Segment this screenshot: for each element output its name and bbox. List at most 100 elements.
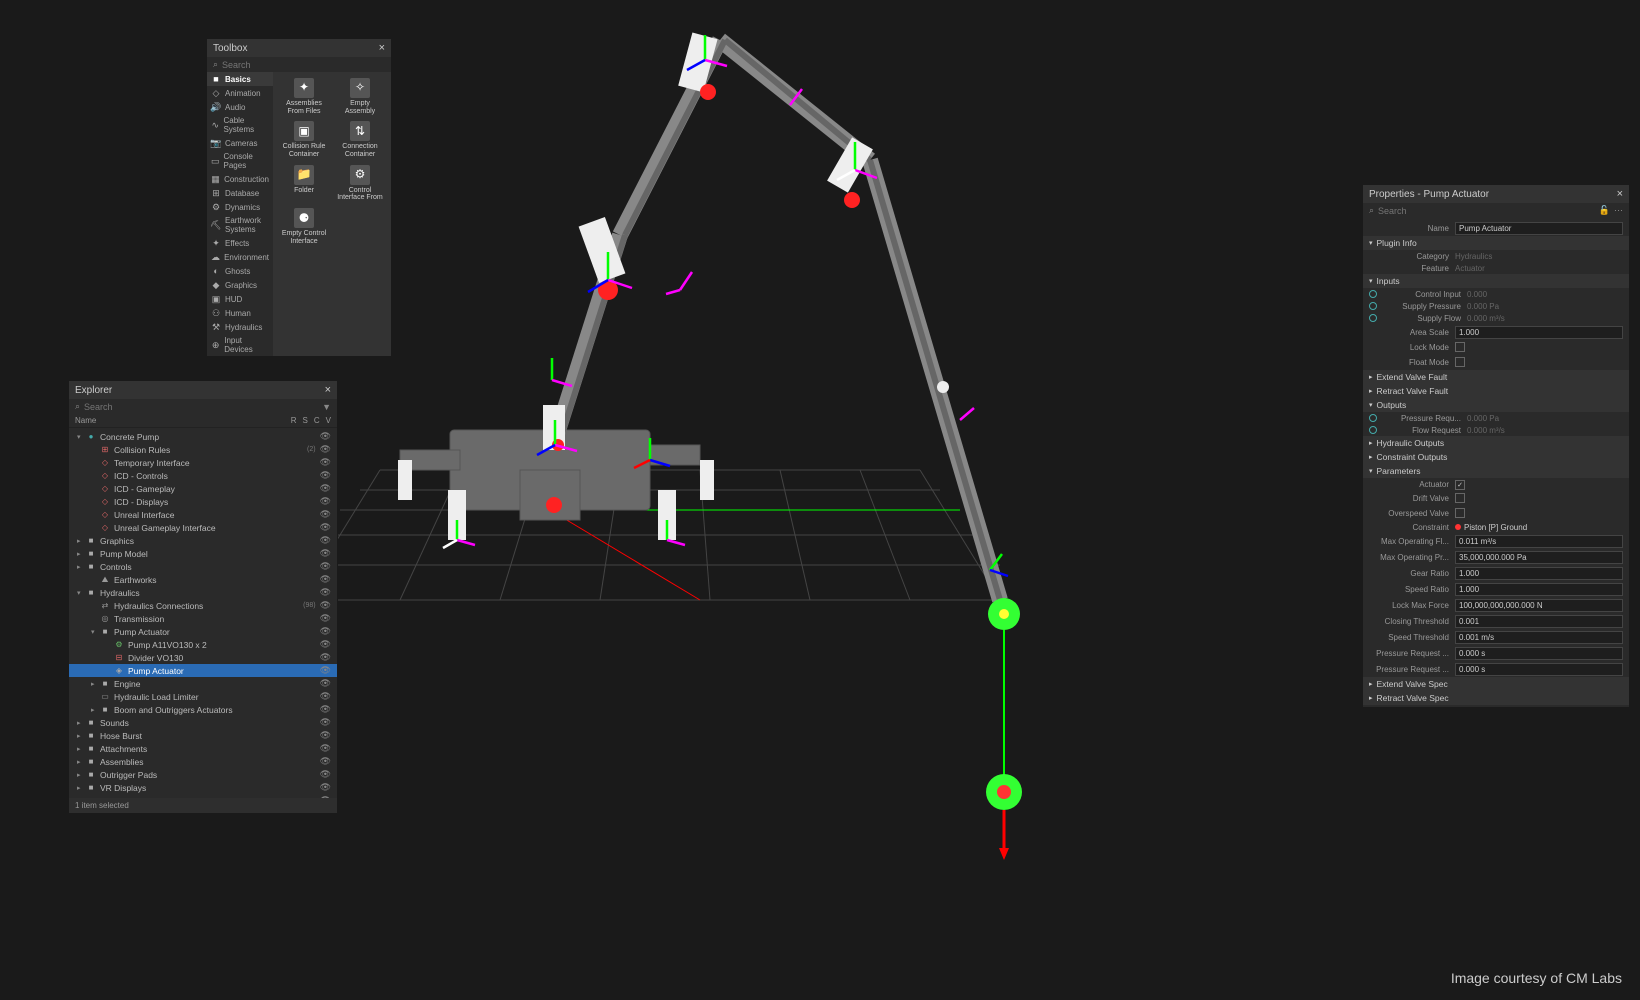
port-icon[interactable]: [1369, 414, 1377, 422]
tree-item[interactable]: ▾■Pump Actuator👁: [69, 625, 337, 638]
supply-flow-value[interactable]: 0.000 m³/s: [1467, 314, 1623, 323]
control-input-value[interactable]: 0.000: [1467, 290, 1623, 299]
visibility-icon[interactable]: 👁: [320, 795, 331, 798]
lock-mode-checkbox[interactable]: [1455, 342, 1465, 352]
visibility-icon[interactable]: 👁: [320, 756, 331, 767]
toolbox-category[interactable]: ☁Environment: [207, 250, 273, 264]
toolbox-category[interactable]: ◐Ghosts: [207, 264, 273, 278]
visibility-icon[interactable]: 👁: [320, 496, 331, 507]
tree-item[interactable]: ▸■Outrigger Pads👁: [69, 768, 337, 781]
toolbox-category[interactable]: ▦Construction: [207, 172, 273, 186]
close-icon[interactable]: ×: [1617, 188, 1623, 200]
expand-caret-icon[interactable]: ▸: [77, 563, 85, 571]
supply-pressure-value[interactable]: 0.000 Pa: [1467, 302, 1623, 311]
expand-caret-icon[interactable]: ▸: [77, 732, 85, 740]
toolbox-item[interactable]: 📁Folder: [277, 163, 331, 204]
toolbox-category[interactable]: ▭Console Pages: [207, 150, 273, 172]
section-constraint-outputs[interactable]: ▸Constraint Outputs: [1363, 450, 1629, 464]
menu-icon[interactable]: ⋯: [1614, 205, 1623, 216]
visibility-icon[interactable]: 👁: [320, 535, 331, 546]
toolbox-item[interactable]: ⚈Empty Control Interface: [277, 206, 331, 247]
toolbox-category[interactable]: 📷Cameras: [207, 136, 273, 150]
toolbox-category[interactable]: ∿Cable Systems: [207, 114, 273, 136]
gear-ratio-field[interactable]: [1455, 567, 1623, 580]
tree-item[interactable]: ▸■Attachments👁: [69, 742, 337, 755]
pr-req1-field[interactable]: [1455, 647, 1623, 660]
port-icon[interactable]: [1369, 290, 1377, 298]
visibility-icon[interactable]: 👁: [320, 691, 331, 702]
name-field[interactable]: [1455, 222, 1623, 235]
tree-item[interactable]: ⛰Earthworks👁: [69, 573, 337, 586]
tree-item[interactable]: ⚙Pump A11VO130 x 2👁: [69, 638, 337, 651]
tree-item[interactable]: ◇ICD - Gameplay👁: [69, 482, 337, 495]
tree-item[interactable]: ◇Unreal Gameplay Interface👁: [69, 521, 337, 534]
toolbox-category[interactable]: ▣HUD: [207, 292, 273, 306]
tree-item[interactable]: ▾■Hydraulics👁: [69, 586, 337, 599]
visibility-icon[interactable]: 👁: [320, 626, 331, 637]
toolbox-item[interactable]: ✧Empty Assembly: [333, 76, 387, 117]
toolbox-category[interactable]: ■Basics: [207, 72, 273, 86]
visibility-icon[interactable]: 👁: [320, 652, 331, 663]
overspeed-valve-checkbox[interactable]: [1455, 508, 1465, 518]
expand-caret-icon[interactable]: ▸: [77, 745, 85, 753]
section-retract-valve-spec[interactable]: ▸Retract Valve Spec: [1363, 691, 1629, 705]
visibility-icon[interactable]: 👁: [320, 587, 331, 598]
port-icon[interactable]: [1369, 426, 1377, 434]
toolbox-category[interactable]: ⚇Human: [207, 306, 273, 320]
properties-search[interactable]: ⌕ 🔓 ⋯: [1363, 203, 1629, 218]
tree-item[interactable]: ◇ICD - Displays👁: [69, 495, 337, 508]
visibility-icon[interactable]: 👁: [320, 665, 331, 676]
visibility-icon[interactable]: 👁: [320, 717, 331, 728]
visibility-icon[interactable]: 👁: [320, 444, 331, 455]
expand-caret-icon[interactable]: ▾: [91, 628, 99, 636]
toolbox-category[interactable]: ⊕Input Devices: [207, 334, 273, 356]
visibility-icon[interactable]: 👁: [320, 743, 331, 754]
tree-item[interactable]: ◈Pump Actuator👁: [69, 664, 337, 677]
speed-thr-field[interactable]: [1455, 631, 1623, 644]
expand-caret-icon[interactable]: ▸: [77, 758, 85, 766]
expand-caret-icon[interactable]: ▾: [77, 589, 85, 597]
visibility-icon[interactable]: 👁: [320, 522, 331, 533]
lock-icon[interactable]: 🔓: [1599, 205, 1610, 216]
expand-caret-icon[interactable]: ▸: [91, 680, 99, 688]
section-extend-valve-fault[interactable]: ▸Extend Valve Fault: [1363, 370, 1629, 384]
toolbox-header[interactable]: Toolbox ×: [207, 39, 391, 57]
tree-item[interactable]: ▸■Sounds👁: [69, 716, 337, 729]
visibility-icon[interactable]: 👁: [320, 574, 331, 585]
lock-max-field[interactable]: [1455, 599, 1623, 612]
tree-item[interactable]: ▸■Hose Burst👁: [69, 729, 337, 742]
tree-item[interactable]: ▸■Graphics👁: [69, 534, 337, 547]
sort-col[interactable]: R: [291, 416, 297, 425]
tree-item[interactable]: ▾●Concrete Pump👁: [69, 430, 337, 443]
properties-header[interactable]: Properties - Pump Actuator ×: [1363, 185, 1629, 203]
tree-item[interactable]: ▸■Assemblies👁: [69, 755, 337, 768]
toolbox-category[interactable]: ✦Effects: [207, 236, 273, 250]
toolbox-search[interactable]: ⌕: [207, 57, 391, 72]
visibility-icon[interactable]: 👁: [320, 769, 331, 780]
section-hydraulic-outputs[interactable]: ▸Hydraulic Outputs: [1363, 436, 1629, 450]
port-icon[interactable]: [1369, 302, 1377, 310]
toolbox-category[interactable]: ⚙Dynamics: [207, 200, 273, 214]
expand-caret-icon[interactable]: ▸: [77, 719, 85, 727]
tree-item[interactable]: ▸■Pump Model👁: [69, 547, 337, 560]
expand-caret-icon[interactable]: ▸: [77, 771, 85, 779]
visibility-icon[interactable]: 👁: [320, 704, 331, 715]
visibility-icon[interactable]: 👁: [320, 470, 331, 481]
sort-col[interactable]: S: [303, 416, 308, 425]
tree-item[interactable]: ◎Transmission👁: [69, 612, 337, 625]
visibility-icon[interactable]: 👁: [320, 561, 331, 572]
section-outputs[interactable]: ▾Outputs: [1363, 398, 1629, 412]
max-op-fl-field[interactable]: [1455, 535, 1623, 548]
visibility-icon[interactable]: 👁: [320, 613, 331, 624]
toolbox-item[interactable]: ⇅Connection Container: [333, 119, 387, 160]
tree-item[interactable]: ⊞Collision Rules(2)👁: [69, 443, 337, 456]
expand-caret-icon[interactable]: ▸: [91, 706, 99, 714]
speed-ratio-field[interactable]: [1455, 583, 1623, 596]
filter-icon[interactable]: ▼: [322, 402, 331, 412]
port-icon[interactable]: [1369, 314, 1377, 322]
max-op-pr-field[interactable]: [1455, 551, 1623, 564]
visibility-icon[interactable]: 👁: [320, 457, 331, 468]
expand-caret-icon[interactable]: ▸: [77, 550, 85, 558]
expand-caret-icon[interactable]: ▸: [77, 784, 85, 792]
section-plugin-info[interactable]: ▾Plugin Info: [1363, 236, 1629, 250]
